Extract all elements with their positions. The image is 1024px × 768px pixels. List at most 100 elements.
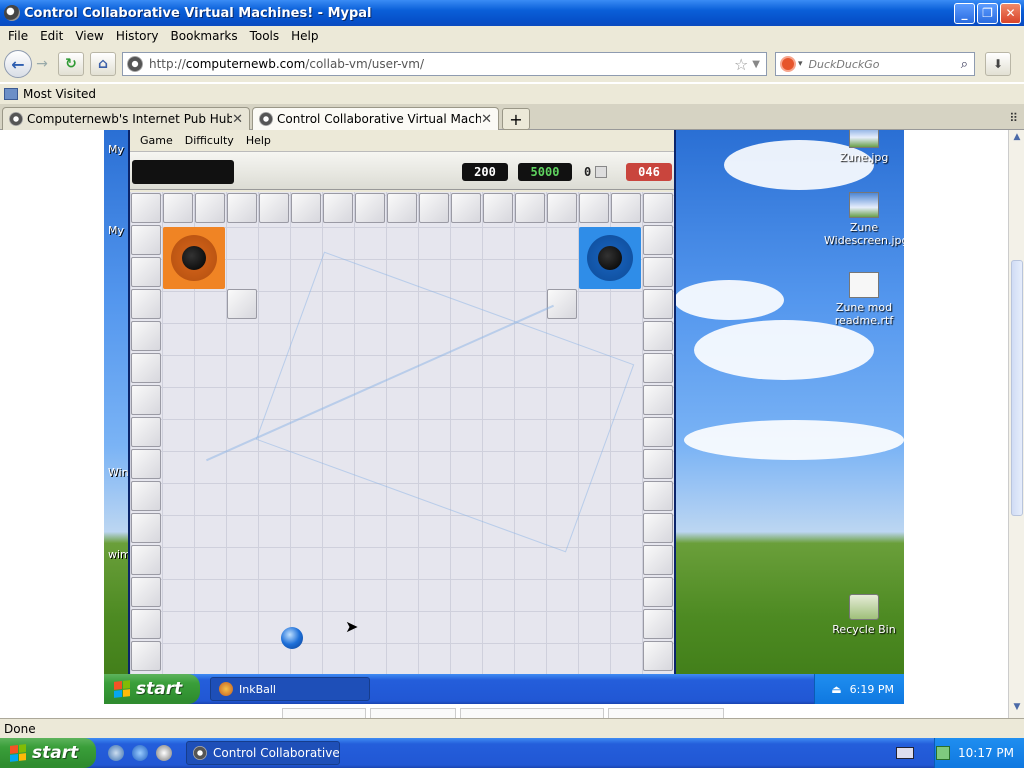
wall-block xyxy=(419,193,449,223)
page-scrollbar[interactable]: ▲ ▼ xyxy=(1008,130,1024,718)
menu-file[interactable]: File xyxy=(2,29,34,43)
menubar: File Edit View History Bookmarks Tools H… xyxy=(0,26,1024,46)
desktop-icon-recycle-bin[interactable]: Recycle Bin xyxy=(824,594,904,636)
search-bar[interactable]: ▾ DuckDuckGo ⌕ xyxy=(775,52,975,76)
vm-task-inkball[interactable]: InkBall xyxy=(210,677,370,701)
inkball-menu-help[interactable]: Help xyxy=(240,134,277,147)
wall-block xyxy=(163,193,193,223)
wall-block xyxy=(515,193,545,223)
desktop-icon-zune-readme[interactable]: Zune mod readme.rtf xyxy=(824,272,904,327)
menu-view[interactable]: View xyxy=(69,29,109,43)
balls-count: 0 xyxy=(584,165,592,179)
vm-control-button[interactable] xyxy=(282,708,366,718)
menu-edit[interactable]: Edit xyxy=(34,29,69,43)
menu-history[interactable]: History xyxy=(110,29,165,43)
vm-start-button[interactable]: start xyxy=(104,674,200,704)
url-bar[interactable]: http://computernewb.com/collab-vm/user-v… xyxy=(122,52,767,76)
window-title: Control Collaborative Virtual Machines! … xyxy=(24,5,372,21)
home-icon: ⌂ xyxy=(97,56,109,72)
reload-button[interactable]: ↻ xyxy=(58,52,84,76)
wall-block xyxy=(643,321,673,351)
blue-hole xyxy=(579,227,641,289)
url-text[interactable]: http://computernewb.com/collab-vm/user-v… xyxy=(149,57,734,71)
inkball-board[interactable]: ➤ xyxy=(130,192,674,674)
document-file-icon xyxy=(849,272,879,298)
wall-block xyxy=(131,641,161,671)
desktop-icon-zune-jpg[interactable]: Zune.jpg xyxy=(824,130,904,164)
wall-block xyxy=(387,193,417,223)
vm-screen[interactable]: My My Win wim Game Difficulty Help 200 5… xyxy=(104,130,904,704)
wall-block xyxy=(131,289,161,319)
inkball-menu-difficulty[interactable]: Difficulty xyxy=(179,134,240,147)
tab-close-icon[interactable]: ✕ xyxy=(232,112,243,127)
wall-block xyxy=(131,449,161,479)
url-domain: computernewb.com xyxy=(185,57,306,71)
network-icon[interactable] xyxy=(936,746,950,760)
home-button[interactable]: ⌂ xyxy=(90,52,116,76)
search-input[interactable]: DuckDuckGo xyxy=(809,58,961,71)
keyboard-icon[interactable] xyxy=(896,747,914,759)
search-engine-dropdown-icon[interactable]: ▾ xyxy=(798,59,803,69)
wall-block xyxy=(227,193,257,223)
desktop-label: My xyxy=(108,143,125,156)
scroll-down-icon[interactable]: ▼ xyxy=(1011,702,1023,716)
minimize-button[interactable]: _ xyxy=(954,2,975,24)
wall-block xyxy=(227,289,257,319)
tab-label: Control Collaborative Virtual Machines! xyxy=(277,112,482,126)
back-button[interactable]: ← xyxy=(4,50,32,78)
reload-icon: ↻ xyxy=(65,56,77,72)
wall-block xyxy=(579,193,609,223)
vm-task-label: InkBall xyxy=(239,682,276,696)
cloud xyxy=(674,280,784,320)
tab-collab-vm[interactable]: Control Collaborative Virtual Machines! … xyxy=(252,107,499,130)
cloud xyxy=(684,420,904,460)
inkball-window[interactable]: Game Difficulty Help 200 5000 0 046 ➤ xyxy=(128,130,676,674)
tab-pub-hub[interactable]: Computernewb's Internet Pub Hub ✕ xyxy=(2,107,250,130)
clock: 10:17 PM xyxy=(958,746,1014,760)
bookmark-most-visited[interactable]: Most Visited xyxy=(23,87,96,101)
timer-counter: 046 xyxy=(626,163,672,181)
wall-block xyxy=(131,257,161,287)
safely-remove-icon[interactable]: ⏏ xyxy=(831,683,841,696)
quicklaunch-ie-icon[interactable] xyxy=(132,745,148,761)
wall-block xyxy=(451,193,481,223)
new-tab-button[interactable]: + xyxy=(502,108,530,130)
menu-help[interactable]: Help xyxy=(285,29,324,43)
wall-block xyxy=(643,417,673,447)
windows-logo-icon xyxy=(10,744,26,762)
mypal-app-icon xyxy=(4,5,20,21)
scrollbar-thumb[interactable] xyxy=(1011,260,1023,516)
menu-tools[interactable]: Tools xyxy=(244,29,286,43)
inkball-menu-game[interactable]: Game xyxy=(134,134,179,147)
scroll-up-icon[interactable]: ▲ xyxy=(1011,132,1023,146)
url-dropdown-icon[interactable]: ▼ xyxy=(752,59,760,70)
restore-button[interactable]: ❐ xyxy=(977,2,998,24)
duckduckgo-icon[interactable] xyxy=(780,56,796,72)
desktop-icon-zune-widescreen[interactable]: Zune Widescreen.jpg xyxy=(824,192,904,247)
host-task-mypal[interactable]: Control Collaborative ... xyxy=(186,741,340,765)
vm-control-button[interactable] xyxy=(460,708,604,718)
wall-block xyxy=(131,609,161,639)
quicklaunch-media-icon[interactable] xyxy=(156,745,172,761)
tab-close-icon[interactable]: ✕ xyxy=(481,112,492,127)
mouse-cursor-icon: ➤ xyxy=(345,617,359,636)
close-button[interactable]: ✕ xyxy=(1000,2,1021,24)
menu-bookmarks[interactable]: Bookmarks xyxy=(165,29,244,43)
start-button[interactable]: start xyxy=(0,738,96,768)
forward-button[interactable]: → xyxy=(32,50,52,78)
tab-list-icon[interactable]: ⠿ xyxy=(1009,111,1018,125)
wall-block xyxy=(547,289,577,319)
vm-taskbar: start InkBall ⏏ 6:19 PM xyxy=(104,674,904,704)
hole-ring xyxy=(587,235,633,281)
vm-control-button[interactable] xyxy=(608,708,724,718)
url-prefix: http:// xyxy=(149,57,186,71)
image-file-icon xyxy=(849,192,879,218)
vm-control-button[interactable] xyxy=(370,708,456,718)
wall-block xyxy=(611,193,641,223)
downloads-button[interactable]: ⬇ xyxy=(985,52,1011,76)
search-icon[interactable]: ⌕ xyxy=(961,57,968,72)
bookmark-star-icon[interactable]: ☆ xyxy=(734,55,748,74)
ball-square-icon xyxy=(595,166,608,178)
quicklaunch-explorer-icon[interactable] xyxy=(108,745,124,761)
site-identity-icon[interactable] xyxy=(127,56,143,72)
